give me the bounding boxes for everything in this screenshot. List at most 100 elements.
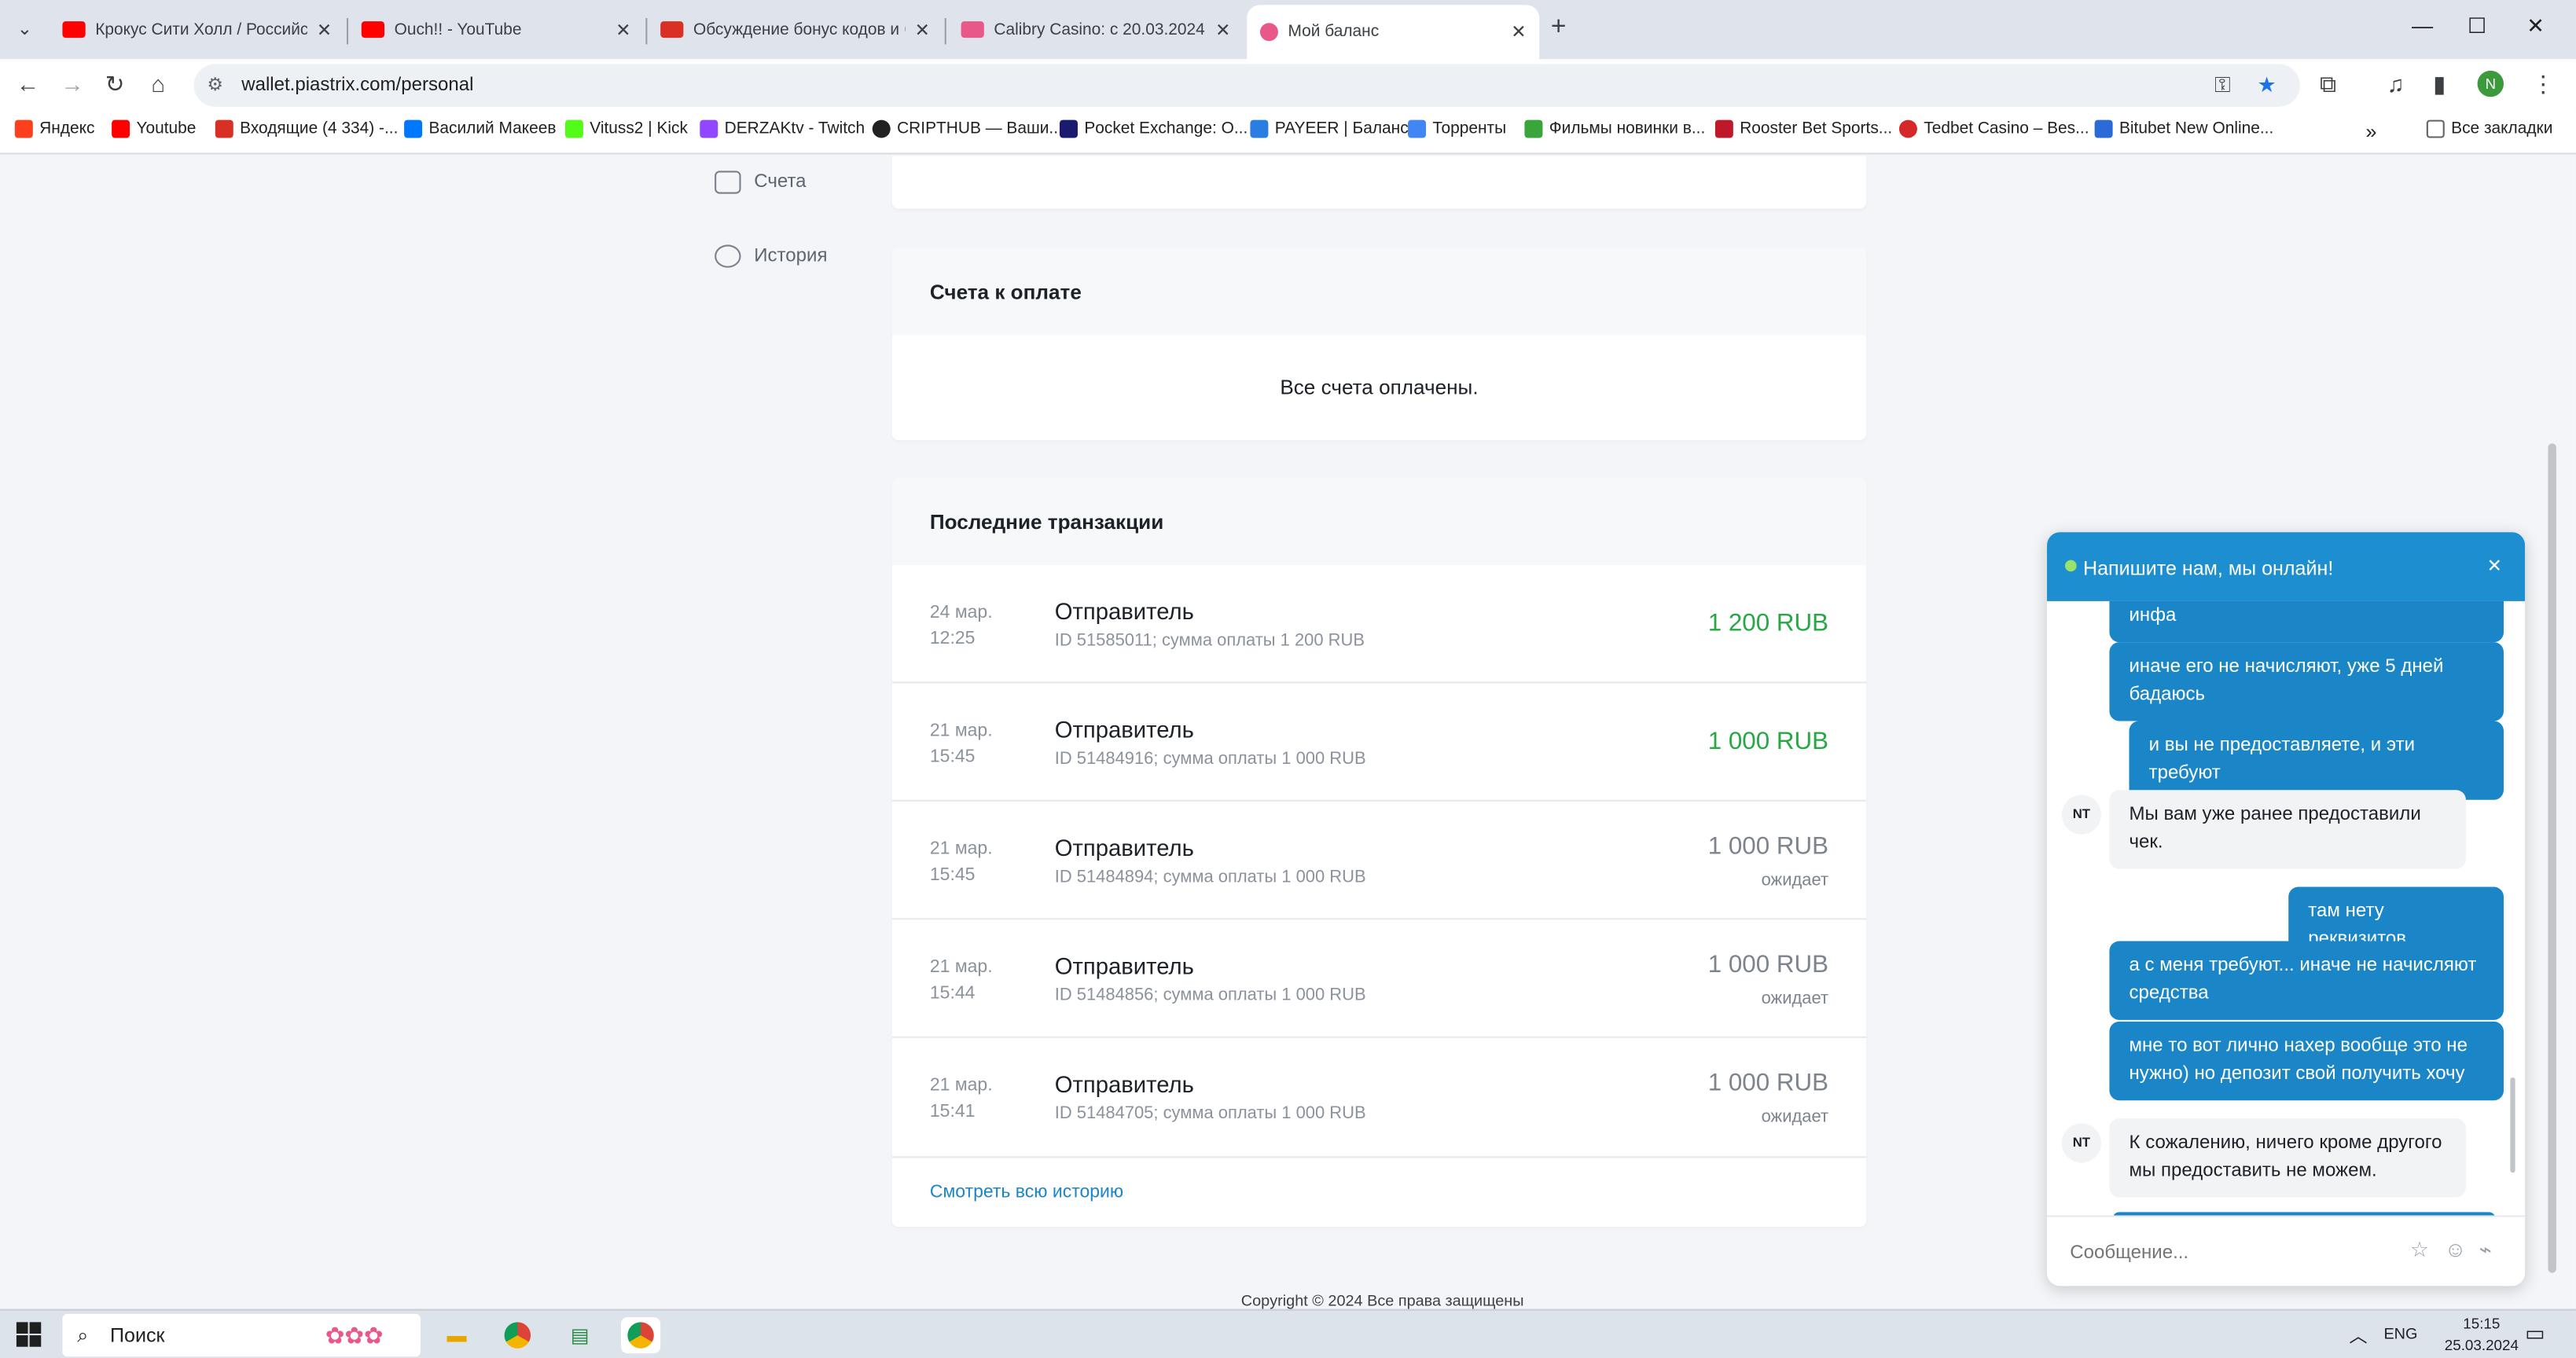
tab-title: Ouch!! - YouTube [394, 20, 522, 39]
address-bar[interactable]: ⚙ wallet.piastrix.com/personal ⚿ ★ [193, 64, 2300, 107]
close-tab-icon[interactable]: ✕ [915, 19, 930, 40]
bookmark-youtube[interactable]: Youtube [112, 119, 196, 138]
key-icon[interactable]: ⚿ [2214, 64, 2231, 107]
bitubet-icon [2094, 119, 2113, 138]
tab-gmail[interactable]: Обсуждение бонус кодов и бо ✕ [647, 5, 943, 54]
transactions-list: 24 мар. 12:25 Отправитель ID 51585011; сумм… [891, 565, 1867, 1158]
chrome-taskbar-icon[interactable] [498, 1317, 537, 1353]
transaction-description: ID 51484705; сумма оплаты 1 000 RUB [1054, 1103, 1366, 1124]
bookmark-torrents[interactable]: Торренты [1408, 119, 1506, 138]
more-bookmarks-icon[interactable]: » [2365, 120, 2376, 143]
close-tab-icon[interactable]: ✕ [317, 19, 332, 40]
clock[interactable]: 15:15 25.03.2024 [2445, 1314, 2519, 1356]
menu-icon[interactable]: ⋮ [2532, 71, 2555, 99]
new-tab-button[interactable]: + [1551, 13, 1567, 43]
extensions-icon[interactable]: ⧉ [2320, 71, 2336, 99]
back-icon[interactable]: ← [17, 71, 39, 97]
notifications-icon[interactable]: ▭ [2525, 1320, 2545, 1346]
folder-icon [2426, 119, 2445, 138]
screen: ⌄ Крокус Сити Холл / Российская ✕ Ouch!!… [0, 0, 2576, 1358]
minimize-icon[interactable]: — [2412, 13, 2433, 38]
chrome-active-taskbar-icon[interactable] [620, 1317, 661, 1354]
vk-icon [404, 119, 423, 138]
chat-message-agent: Мы вам уже ранее предоставили чек. [2109, 790, 2466, 869]
home-icon[interactable]: ⌂ [151, 71, 165, 97]
url-text: wallet.piastrix.com/personal [241, 75, 474, 96]
utorrent-icon [1524, 119, 1543, 138]
windows-start-icon[interactable] [16, 1322, 42, 1347]
bookmark-tedbet[interactable]: Tedbet Casino – Bes... [1898, 119, 2089, 138]
all-bookmarks-button[interactable]: Все закладки [2426, 119, 2552, 138]
language-indicator[interactable]: ENG [2383, 1326, 2417, 1344]
close-tab-icon[interactable]: ✕ [616, 19, 630, 40]
close-tab-icon[interactable]: ✕ [1511, 21, 1526, 42]
bookmark-gmail[interactable]: Входящие (4 334) -... [215, 119, 398, 138]
bookmark-vk[interactable]: Василий Макеев [404, 119, 556, 138]
transaction-row[interactable]: 21 мар. 15:41 Отправитель ID 51484705; сумм… [891, 1038, 1867, 1158]
bookmark-films[interactable]: Фильмы новинки в... [1524, 119, 1705, 138]
transaction-sender: Отправитель [1054, 716, 1194, 743]
profile-avatar[interactable]: N [2477, 70, 2504, 97]
sidebar-item-history[interactable]: История [715, 244, 827, 268]
close-tab-icon[interactable]: ✕ [1215, 19, 1230, 40]
windows-taskbar: ⌕ Поиск ✿✿✿ ▬ ▤ ︿ ENG 15:15 25.03.2024 ▭ [0, 1308, 2576, 1358]
forward-icon[interactable]: → [61, 71, 83, 97]
pocket-exchange-icon [1059, 119, 1078, 138]
balance-card [891, 156, 1867, 209]
transaction-amount: 1 000 RUB [1707, 727, 1829, 756]
transaction-description: ID 51484856; сумма оплаты 1 000 RUB [1054, 985, 1366, 1006]
transaction-amount: 1 000 RUB [1707, 832, 1829, 861]
bookmark-bitubet[interactable]: Bitubet New Online... [2094, 119, 2273, 138]
transaction-row[interactable]: 21 мар. 15:44 Отправитель ID 51484856; сумм… [891, 919, 1867, 1038]
money-app-icon[interactable]: ▤ [560, 1317, 600, 1353]
transaction-date: 21 мар. 15:44 [929, 957, 993, 1004]
invoices-empty-text: Все счета оплачены. [1280, 376, 1479, 399]
chat-header-title: Напишите нам, мы онлайн! [2082, 556, 2334, 580]
bookmark-star-icon[interactable]: ★ [2258, 64, 2277, 107]
tab-calibry[interactable]: Calibry Casino: с 20.03.2024 не ✕ [948, 5, 1244, 54]
bookmark-rooster-bet[interactable]: Rooster Bet Sports... [1714, 119, 1892, 138]
twitch-icon [700, 119, 718, 138]
sidebar-item-accounts[interactable]: Счета [715, 171, 807, 194]
browser-tab-bar: ⌄ Крокус Сити Холл / Российская ✕ Ouch!!… [0, 0, 2576, 60]
attach-icon[interactable]: ⌁ [2479, 1237, 2492, 1263]
maximize-icon[interactable]: ☐ [2468, 13, 2486, 39]
transactions-card: Последние транзакции 24 мар. 12:25 Отправи… [891, 478, 1867, 1228]
bookmark-payeer[interactable]: PAYEER | Баланс [1250, 119, 1409, 138]
bookmark-pocket-exchange[interactable]: Pocket Exchange: O... [1059, 119, 1248, 138]
transaction-amount: 1 000 RUB [1707, 951, 1829, 979]
tab-my-balance[interactable]: Мой баланс ✕ [1247, 5, 1540, 60]
tab-crocus[interactable]: Крокус Сити Холл / Российская ✕ [50, 5, 345, 54]
bookmark-twitch[interactable]: DERZAKtv - Twitch [700, 119, 865, 138]
tab-youtube-ouch[interactable]: Ouch!! - YouTube ✕ [348, 5, 644, 54]
rate-star-icon[interactable]: ☆ [2410, 1237, 2429, 1263]
bookmark-cripthub[interactable]: CRIPTHUB — Ваши... [872, 119, 1063, 138]
close-window-icon[interactable]: ✕ [2526, 13, 2545, 39]
invoices-card: Счета к оплате Все счета оплачены. [891, 248, 1867, 441]
transaction-amount: 1 000 RUB [1707, 1069, 1829, 1098]
file-explorer-icon[interactable]: ▬ [437, 1317, 476, 1353]
chat-scrollbar[interactable] [2510, 1077, 2515, 1173]
clock-time: 15:15 [2463, 1316, 2501, 1332]
chat-message-input[interactable] [2070, 1238, 2399, 1268]
transaction-row[interactable]: 21 мар. 15:45 Отправитель ID 51484916; сумм… [891, 683, 1867, 802]
transaction-date: 24 мар. 12:25 [929, 602, 993, 649]
bookmark-yandex[interactable]: Яндекс [14, 119, 94, 138]
transaction-row[interactable]: 21 мар. 15:45 Отправитель ID 51484894; сумм… [891, 802, 1867, 920]
tab-search-icon[interactable]: ⌄ [10, 15, 40, 45]
bookmark-kick[interactable]: Vituss2 | Kick [564, 119, 688, 138]
emoji-icon[interactable]: ☺ [2445, 1237, 2467, 1261]
media-icon[interactable]: ♫ [2387, 71, 2405, 97]
taskbar-search[interactable]: ⌕ Поиск ✿✿✿ [62, 1313, 421, 1357]
site-info-icon[interactable]: ⚙ [207, 64, 223, 107]
transaction-date: 21 мар. 15:45 [929, 839, 993, 886]
chat-message-user: и вы не предоставляете, и эти требуют [2129, 721, 2504, 800]
tab-title: Крокус Сити Холл / Российская [95, 20, 307, 39]
view-all-history-link[interactable]: Смотреть всю историю [892, 1158, 1866, 1202]
close-chat-icon[interactable]: ✕ [2487, 555, 2502, 576]
side-panel-icon[interactable]: ▮ [2433, 71, 2446, 99]
page-scrollbar[interactable] [2545, 156, 2558, 1273]
tray-chevron-icon[interactable]: ︿ [2350, 1322, 2368, 1348]
transaction-row[interactable]: 24 мар. 12:25 Отправитель ID 51585011; сумм… [891, 565, 1867, 684]
reload-icon[interactable]: ↻ [105, 71, 125, 99]
